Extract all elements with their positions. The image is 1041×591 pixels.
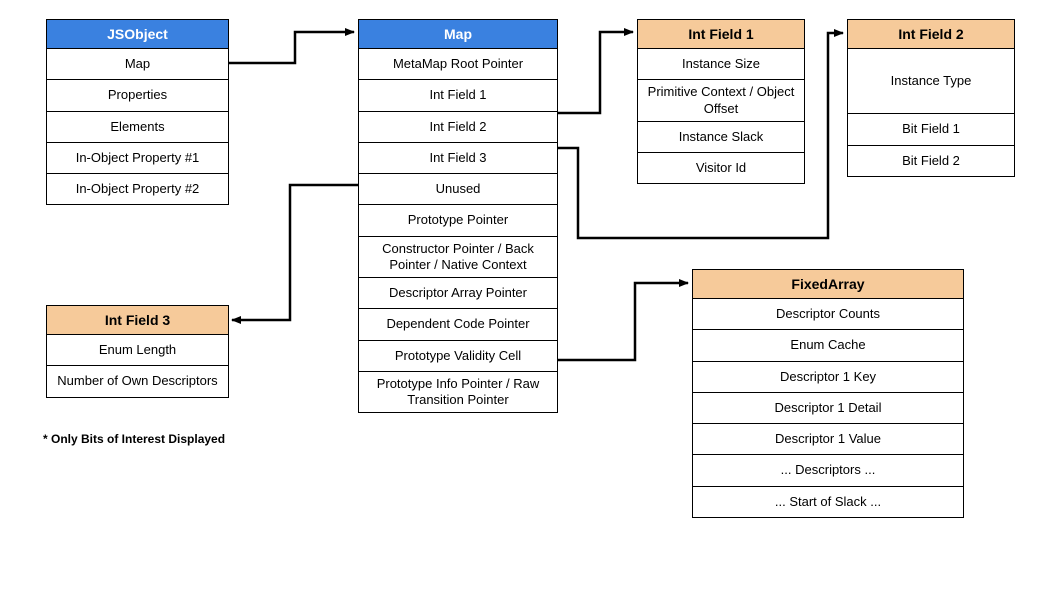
table-row: Enum Length: [47, 335, 228, 366]
table-row: Int Field 3: [359, 143, 557, 174]
intfield1-header: Int Field 1: [638, 20, 804, 49]
fixedarray-header: FixedArray: [693, 270, 963, 299]
intfield3-table: Int Field 3 Enum Length Number of Own De…: [46, 305, 229, 398]
table-row: Visitor Id: [638, 153, 804, 183]
intfield3-header: Int Field 3: [47, 306, 228, 335]
table-row: Unused: [359, 174, 557, 205]
table-row: Primitive Context / Object Offset: [638, 80, 804, 122]
table-row: Bit Field 2: [848, 146, 1014, 176]
map-table: Map MetaMap Root Pointer Int Field 1 Int…: [358, 19, 558, 413]
table-row: Descriptor 1 Detail: [693, 393, 963, 424]
table-row: Map: [47, 49, 228, 80]
intfield1-table: Int Field 1 Instance Size Primitive Cont…: [637, 19, 805, 184]
table-row: MetaMap Root Pointer: [359, 49, 557, 80]
table-row: ... Descriptors ...: [693, 455, 963, 486]
table-row: Descriptor 1 Key: [693, 362, 963, 393]
table-row: Prototype Info Pointer / Raw Transition …: [359, 372, 557, 413]
table-row: Int Field 2: [359, 112, 557, 143]
table-row: Instance Size: [638, 49, 804, 80]
table-row: Instance Slack: [638, 122, 804, 153]
jsobject-table: JSObject Map Properties Elements In-Obje…: [46, 19, 229, 205]
footnote: * Only Bits of Interest Displayed: [43, 432, 225, 446]
table-row: Constructor Pointer / Back Pointer / Nat…: [359, 237, 557, 279]
table-row: Number of Own Descriptors: [47, 366, 228, 396]
table-row: Enum Cache: [693, 330, 963, 361]
table-row: Prototype Validity Cell: [359, 341, 557, 372]
intfield2-header: Int Field 2: [848, 20, 1014, 49]
table-row: Int Field 1: [359, 80, 557, 111]
table-row: Properties: [47, 80, 228, 111]
fixedarray-table: FixedArray Descriptor Counts Enum Cache …: [692, 269, 964, 518]
table-row: Dependent Code Pointer: [359, 309, 557, 340]
jsobject-header: JSObject: [47, 20, 228, 49]
table-row: In-Object Property #2: [47, 174, 228, 204]
table-row: ... Start of Slack ...: [693, 487, 963, 517]
map-header: Map: [359, 20, 557, 49]
table-row: Descriptor Array Pointer: [359, 278, 557, 309]
table-row: Bit Field 1: [848, 114, 1014, 145]
intfield2-table: Int Field 2 Instance Type Bit Field 1 Bi…: [847, 19, 1015, 177]
table-row: Descriptor Counts: [693, 299, 963, 330]
table-row: Descriptor 1 Value: [693, 424, 963, 455]
table-row: Prototype Pointer: [359, 205, 557, 236]
table-row: In-Object Property #1: [47, 143, 228, 174]
table-row: Instance Type: [848, 49, 1014, 114]
table-row: Elements: [47, 112, 228, 143]
